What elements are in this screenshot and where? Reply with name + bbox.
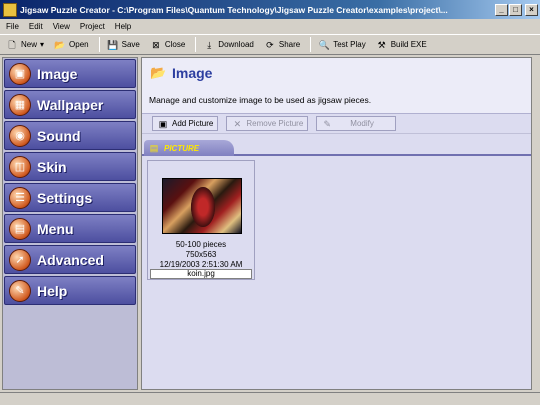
- picture-card[interactable]: 50-100 pieces 750x563 12/19/2003 2:51:30…: [147, 160, 255, 280]
- new-label: New: [21, 40, 38, 49]
- wallpaper-icon: ▦: [9, 93, 31, 116]
- menu-icon: ▤: [9, 217, 31, 240]
- sidebar: ▣ Image ▦ Wallpaper ◉ Sound ◫ Skin ☰ Set…: [2, 57, 138, 390]
- folder-image-icon: 📂: [150, 65, 167, 80]
- maximize-button[interactable]: □: [509, 3, 522, 16]
- sidebar-item-label: Sound: [37, 127, 81, 144]
- share-button[interactable]: ⟳ Share: [264, 39, 300, 51]
- remove-icon: ✕: [233, 118, 242, 129]
- share-icon: ⟳: [266, 39, 274, 50]
- title-bar: Jigsaw Puzzle Creator - C:\Program Files…: [0, 0, 540, 19]
- settings-icon: ☰: [9, 186, 31, 209]
- save-icon: 💾: [107, 39, 119, 50]
- add-picture-button[interactable]: ▣ Add Picture: [152, 116, 219, 131]
- download-button[interactable]: ⤓ Download: [203, 39, 254, 51]
- modify-icon: ✎: [323, 118, 332, 129]
- minimize-button[interactable]: _: [495, 3, 508, 16]
- add-picture-label: Add Picture: [172, 119, 214, 128]
- share-label: Share: [278, 40, 301, 49]
- folder-open-icon: 📂: [54, 39, 66, 50]
- add-picture-icon: ▣: [158, 118, 168, 129]
- menu-bar: File Edit View Project Help: [0, 19, 540, 34]
- sound-icon: ◉: [9, 124, 31, 147]
- save-button[interactable]: 💾 Save: [107, 39, 140, 51]
- sidebar-item-skin[interactable]: ◫ Skin: [4, 152, 136, 181]
- menu-edit[interactable]: Edit: [29, 22, 43, 31]
- modify-label: Modify: [350, 119, 374, 128]
- sidebar-item-label: Settings: [37, 189, 93, 206]
- open-label: Open: [69, 40, 89, 49]
- sidebar-item-label: Menu: [37, 220, 74, 237]
- remove-picture-button[interactable]: ✕ Remove Picture: [226, 116, 309, 131]
- advanced-icon: ➚: [9, 248, 31, 271]
- panel-header: 📂 Image Manage and customize image to be…: [142, 58, 531, 114]
- panel-title: Image: [172, 65, 213, 81]
- build-exe-button[interactable]: ⚒ Build EXE: [376, 39, 427, 51]
- picture-list: 50-100 pieces 750x563 12/19/2003 2:51:30…: [142, 158, 531, 389]
- remove-picture-label: Remove Picture: [246, 119, 304, 128]
- sidebar-item-label: Advanced: [37, 251, 104, 268]
- picture-info: 50-100 pieces 750x563 12/19/2003 2:51:30…: [148, 240, 254, 270]
- sidebar-item-advanced[interactable]: ➚ Advanced: [4, 245, 136, 274]
- panel-description: Manage and customize image to be used as…: [149, 95, 372, 105]
- download-label: Download: [218, 40, 254, 49]
- toolbar-separator: [195, 37, 197, 52]
- sidebar-item-label: Skin: [37, 158, 67, 175]
- tab-strip: ▤ PICTURE: [142, 140, 531, 156]
- sidebar-item-label: Help: [37, 282, 68, 299]
- skin-icon: ◫: [9, 155, 31, 178]
- tab-picture[interactable]: ▤ PICTURE: [144, 140, 234, 156]
- open-button[interactable]: 📂 Open: [54, 39, 89, 51]
- menu-help[interactable]: Help: [115, 22, 131, 31]
- window-controls: _ □ ×: [495, 3, 538, 16]
- menu-project[interactable]: Project: [80, 22, 105, 31]
- sidebar-item-label: Wallpaper: [37, 96, 104, 113]
- status-bar: [0, 392, 540, 405]
- sidebar-item-image[interactable]: ▣ Image: [4, 59, 136, 88]
- build-exe-label: Build EXE: [390, 40, 427, 49]
- new-file-icon: 🗋: [8, 39, 16, 50]
- sidebar-item-label: Image: [37, 65, 78, 82]
- test-play-label: Test Play: [333, 40, 366, 49]
- sidebar-item-help[interactable]: ✎ Help: [4, 276, 136, 305]
- close-window-button[interactable]: ×: [525, 3, 538, 16]
- picture-thumbnail[interactable]: [162, 178, 242, 234]
- picture-pieces: 50-100 pieces: [175, 240, 227, 249]
- close-icon: ⊠: [152, 39, 160, 50]
- picture-tab-icon: ▤: [149, 143, 159, 153]
- help-icon: ✎: [9, 279, 31, 302]
- sidebar-item-settings[interactable]: ☰ Settings: [4, 183, 136, 212]
- picture-filename[interactable]: koin.jpg: [150, 269, 252, 279]
- dropdown-arrow-icon[interactable]: ▾: [40, 40, 44, 49]
- close-label: Close: [164, 40, 186, 49]
- menu-file[interactable]: File: [6, 22, 19, 31]
- test-play-button[interactable]: 🔍 Test Play: [318, 39, 366, 51]
- tab-picture-label: PICTURE: [164, 143, 200, 153]
- save-label: Save: [121, 40, 140, 49]
- build-icon: ⚒: [377, 39, 386, 50]
- picture-dimensions: 750x563: [185, 250, 217, 259]
- sidebar-item-wallpaper[interactable]: ▦ Wallpaper: [4, 90, 136, 119]
- app-icon: [3, 2, 17, 17]
- window-title: Jigsaw Puzzle Creator - C:\Program Files…: [20, 4, 448, 15]
- modify-button[interactable]: ✎ Modify: [316, 116, 397, 131]
- new-button[interactable]: 🗋 New ▾: [6, 39, 44, 51]
- toolbar: 🗋 New ▾ 📂 Open 💾 Save ⊠ Close ⤓ Download…: [0, 34, 540, 55]
- toolbar-separator: [98, 37, 100, 52]
- sidebar-item-menu[interactable]: ▤ Menu: [4, 214, 136, 243]
- toolbar-separator: [310, 37, 312, 52]
- panel-title-row: 📂 Image: [150, 65, 212, 81]
- menu-view[interactable]: View: [53, 22, 70, 31]
- main-panel: 📂 Image Manage and customize image to be…: [141, 57, 532, 390]
- close-button[interactable]: ⊠ Close: [150, 39, 185, 51]
- download-icon: ⤓: [207, 39, 212, 50]
- test-play-icon: 🔍: [318, 39, 330, 50]
- sidebar-item-sound[interactable]: ◉ Sound: [4, 121, 136, 150]
- image-icon: ▣: [9, 62, 31, 85]
- action-bar: ▣ Add Picture ✕ Remove Picture ✎ Modify: [142, 114, 531, 134]
